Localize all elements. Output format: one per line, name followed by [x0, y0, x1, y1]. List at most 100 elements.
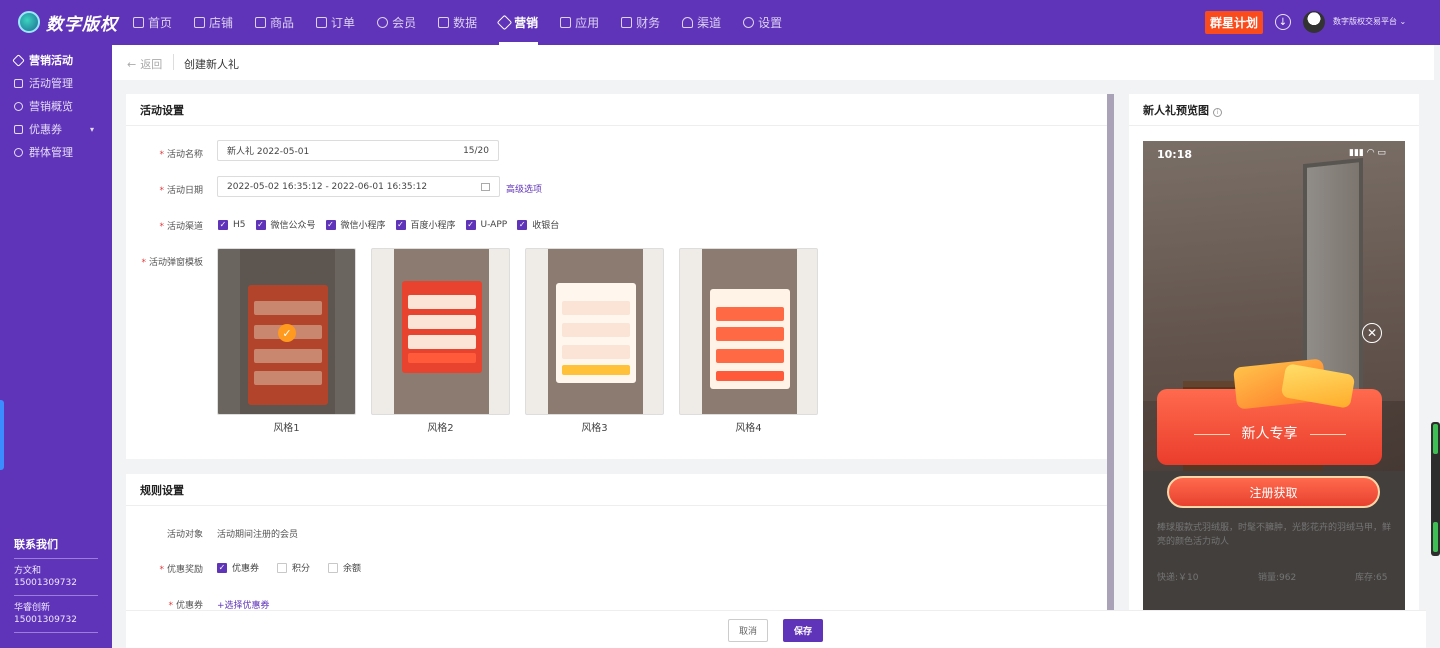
channel-checkbox[interactable]: ✓ 微信公众号: [255, 218, 316, 231]
check-icon: ✓: [218, 219, 228, 230]
group-icon: [14, 147, 23, 157]
contact-person: 方文和 15001309732: [14, 559, 98, 596]
template-card-4[interactable]: [679, 248, 818, 415]
target-value: 活动期间注册的会员: [217, 530, 299, 540]
check-icon: ✓: [255, 219, 266, 230]
reward-checkbox-points[interactable]: 积分: [277, 561, 310, 574]
channel-checkboxes: ✓ H5 ✓ 微信公众号 ✓ 微信小程序 ✓ 百度小程序 ✓ U-APP ✓ 收银台: [218, 218, 569, 231]
arrow-left-icon: ←: [127, 57, 137, 71]
contact-us: 联系我们 方文和 15001309732 华睿创新 15001309732: [14, 536, 98, 633]
check-icon: ✓: [278, 324, 296, 342]
nav-store[interactable]: 店铺: [194, 0, 233, 45]
rules-settings-panel: 规则设置 活动对象 活动期间注册的会员 * 优惠奖励 ✓ 优惠券 积分 余额 * 优惠…: [126, 474, 1107, 611]
sidebar-item-marketing-overview[interactable]: 营销概览: [14, 97, 73, 115]
tag-icon: [496, 14, 513, 31]
side-drawer-handle[interactable]: [0, 400, 4, 470]
template-caption: 风格2: [427, 423, 454, 434]
target-label: 活动对象: [166, 530, 203, 540]
form-scrollbar[interactable]: [1107, 94, 1114, 610]
member-icon: [377, 17, 389, 28]
top-navigation-bar: 数字版权 首页 店铺 商品 订单 会员 数据 营销 应用 财务 渠道 设置 群星…: [0, 0, 1440, 45]
nav-goods[interactable]: 商品: [255, 0, 294, 45]
cancel-button[interactable]: 取消: [728, 619, 768, 642]
check-icon: ✓: [517, 219, 528, 230]
info-icon[interactable]: i: [1212, 108, 1222, 117]
nav-finance[interactable]: 财务: [621, 0, 660, 45]
channel-checkbox[interactable]: ✓ 收银台: [517, 218, 559, 231]
page-scrollbar[interactable]: [1431, 422, 1440, 556]
activity-name-label: * 活动名称: [159, 150, 203, 160]
download-icon[interactable]: ↓: [1275, 14, 1291, 30]
breadcrumb: ← 返回 创建新人礼: [112, 45, 1434, 80]
channel-checkbox[interactable]: ✓ 百度小程序: [395, 218, 456, 231]
page-title: 创建新人礼: [184, 58, 239, 71]
activity-date-range-input[interactable]: 2022-05-02 16:35:12 - 2022-06-01 16:35:1…: [217, 176, 500, 197]
nav-data[interactable]: 数据: [438, 0, 477, 45]
nav-home[interactable]: 首页: [133, 0, 172, 45]
contact-person: 华睿创新 15001309732: [14, 596, 98, 633]
star-plan-button[interactable]: 群星计划: [1205, 11, 1263, 34]
back-button[interactable]: ← 返回: [127, 56, 162, 72]
apps-icon: [560, 17, 572, 28]
main-nav: 首页 店铺 商品 订单 会员 数据 营销 应用 财务 渠道 设置: [133, 0, 804, 45]
section-title: 活动设置: [140, 104, 184, 117]
activity-name-input[interactable]: 新人礼 2022-05-01 15/20: [217, 140, 499, 161]
user-menu[interactable]: 数字版权交易平台 ⌄: [1333, 16, 1406, 27]
char-counter: 15/20: [463, 145, 489, 156]
signal-icon: ▮▮▮ ◠ ▭: [1349, 148, 1386, 158]
section-title: 规则设置: [140, 484, 184, 497]
template-card-3[interactable]: [525, 248, 664, 415]
nav-channels[interactable]: 渠道: [682, 0, 721, 45]
coupon-icon: [14, 124, 23, 134]
nav-members[interactable]: 会员: [377, 0, 416, 45]
chevron-down-icon: ⌄: [1399, 17, 1407, 26]
divider: [126, 505, 1107, 506]
sidebar-section-marketing[interactable]: 营销活动: [12, 51, 73, 69]
channel-checkbox[interactable]: ✓ H5: [218, 218, 246, 231]
channel-icon: [682, 17, 694, 28]
reward-checkbox-coupon[interactable]: ✓ 优惠券: [217, 561, 259, 574]
preview-title: 新人礼预览图 i: [1143, 102, 1222, 118]
nav-marketing[interactable]: 营销: [496, 0, 539, 45]
sidebar-item-coupons[interactable]: 优惠券 ▾: [14, 120, 94, 138]
nav-orders[interactable]: 订单: [316, 0, 355, 45]
channel-checkbox[interactable]: ✓ U-APP: [465, 218, 507, 231]
tag-icon: [12, 53, 25, 67]
nav-settings[interactable]: 设置: [743, 0, 782, 45]
check-icon: ✓: [325, 219, 336, 230]
contact-title: 联系我们: [14, 536, 98, 559]
register-claim-button[interactable]: 注册获取: [1167, 476, 1380, 508]
chevron-down-icon: ▾: [90, 124, 95, 134]
reward-checkboxes: ✓ 优惠券 积分 余额: [217, 561, 371, 574]
reward-label: * 优惠奖励: [159, 565, 203, 575]
check-icon: ✓: [395, 219, 406, 230]
check-icon: ✓: [217, 562, 227, 573]
divider: [1129, 125, 1419, 126]
template-card-2[interactable]: [371, 248, 510, 415]
divider: [126, 125, 1107, 126]
template-label: * 活动弹窗模板: [141, 258, 203, 268]
template-caption: 风格4: [735, 423, 762, 434]
activity-settings-panel: 活动设置 * 活动名称 新人礼 2022-05-01 15/20 * 活动日期 20…: [126, 94, 1107, 459]
phone-preview: 棒球服款式羽绒服，时髦不臃肿，光影花卉的羽绒马甲，鲜亮的颜色活力动人 快递:￥1…: [1143, 141, 1405, 610]
activity-channel-label: * 活动渠道: [159, 222, 203, 232]
store-icon: [194, 17, 206, 28]
app-logo[interactable]: 数字版权: [18, 10, 118, 35]
sidebar-item-group-management[interactable]: 群体管理: [14, 143, 73, 161]
advanced-options-link[interactable]: 高级选项: [506, 182, 542, 195]
sidebar-item-activity-management[interactable]: 活动管理: [14, 74, 73, 92]
template-card-1[interactable]: ✓: [217, 248, 356, 415]
orders-icon: [316, 17, 328, 28]
calendar-icon: [481, 182, 490, 191]
nav-apps[interactable]: 应用: [560, 0, 599, 45]
save-button[interactable]: 保存: [783, 619, 823, 642]
avatar[interactable]: [1303, 11, 1325, 33]
gear-icon: [743, 17, 755, 28]
close-icon[interactable]: ✕: [1362, 323, 1382, 343]
logo-text: 数字版权: [46, 14, 118, 35]
data-icon: [438, 17, 450, 28]
reward-checkbox-balance[interactable]: 余额: [328, 561, 361, 574]
channel-checkbox[interactable]: ✓ 微信小程序: [325, 218, 386, 231]
home-icon: [133, 17, 144, 28]
gift-title: 新人专享: [1157, 423, 1382, 443]
